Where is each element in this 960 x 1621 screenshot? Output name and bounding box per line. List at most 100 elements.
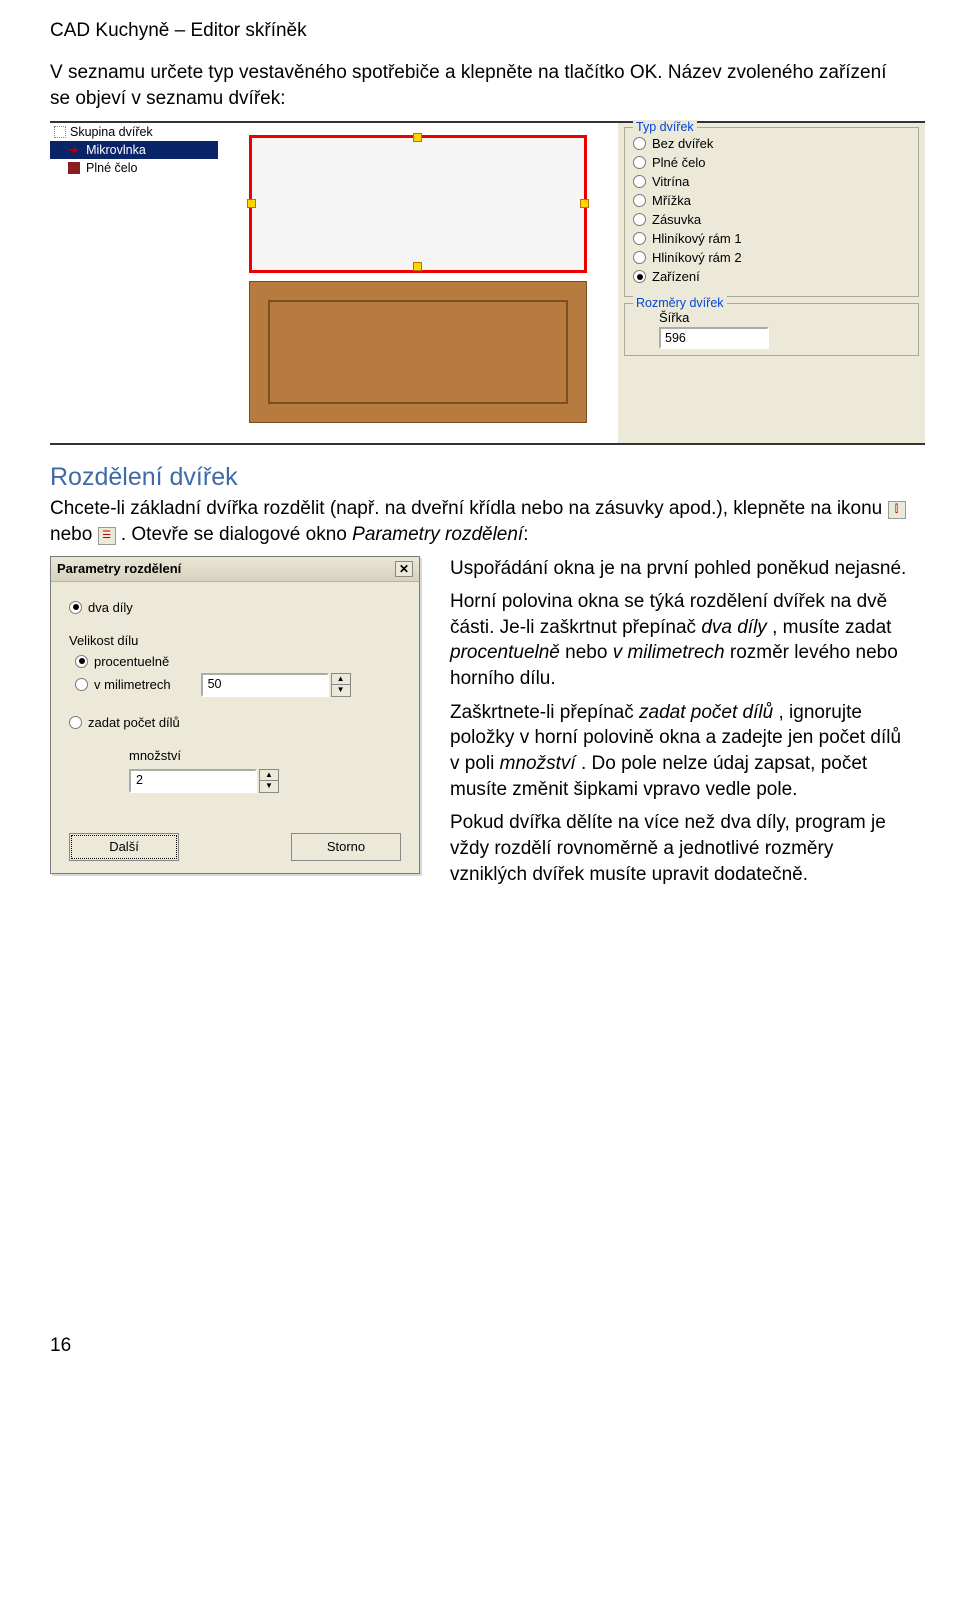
radio-icon — [633, 156, 646, 169]
text: Chcete-li základní dvířka rozdělit (např… — [50, 498, 888, 519]
radio-icon — [633, 137, 646, 150]
radio-label: Hliníkový rám 2 — [652, 250, 742, 265]
properties-pane: Typ dvířek Bez dvířek Plné čelo Vitrína … — [618, 123, 925, 443]
door-type-legend: Typ dvířek — [633, 120, 697, 134]
radio-icon — [633, 232, 646, 245]
radio-procentuelne[interactable]: procentuelně — [75, 654, 401, 669]
tree-item-mikrovlnka[interactable]: ➔ Mikrovlnka — [50, 141, 218, 159]
radio-label: Bez dvířek — [652, 136, 713, 151]
text-ital: zadat počet dílů — [639, 702, 773, 723]
resize-handle-right[interactable] — [580, 199, 589, 208]
text: , musíte zadat — [772, 617, 891, 638]
explanation-text: Uspořádání okna je na první pohled poněk… — [450, 556, 910, 896]
editor-screenshot: Skupina dvířek ➔ Mikrovlnka Plné čelo Ty… — [50, 121, 925, 445]
text: nebo — [565, 642, 613, 663]
radio-label: dva díly — [88, 600, 133, 615]
tree-item-label: Plné čelo — [86, 161, 137, 175]
dialog-title: Parametry rozdělení — [57, 561, 181, 576]
page-number: 16 — [50, 1335, 910, 1357]
radio-dva-dily[interactable]: dva díly — [69, 600, 401, 615]
radio-label: v milimetrech — [94, 677, 171, 692]
radio-zadat-pocet[interactable]: zadat počet dílů — [69, 715, 401, 730]
radio-icon — [75, 678, 88, 691]
para: Zaškrtnete-li přepínač zadat počet dílů … — [450, 700, 910, 803]
radio-label: Vitrína — [652, 174, 689, 189]
tree-item-plne-celo[interactable]: Plné čelo — [50, 159, 218, 177]
radio-label: procentuelně — [94, 654, 169, 669]
spinner-up-icon[interactable]: ▲ — [332, 674, 350, 685]
text-ital: v milimetrech — [613, 642, 725, 663]
close-icon[interactable]: ✕ — [395, 561, 413, 577]
text: Zaškrtnete-li přepínač — [450, 702, 639, 723]
radio-mrizka[interactable]: Mřížka — [633, 193, 910, 208]
radio-label: Mřížka — [652, 193, 691, 208]
dialog-name: Parametry rozdělení — [352, 524, 523, 545]
split-vertical-icon: ⫿ — [888, 501, 906, 519]
radio-icon — [75, 655, 88, 668]
intro-paragraph: V seznamu určete typ vestavěného spotřeb… — [50, 60, 910, 111]
para: Uspořádání okna je na první pohled poněk… — [450, 556, 910, 582]
door-preview — [218, 123, 618, 443]
text-ital: dva díly — [701, 617, 766, 638]
radio-milimetrech[interactable]: v milimetrech — [75, 677, 171, 692]
mnozstvi-input[interactable]: 2 — [129, 769, 257, 793]
radio-vitrina[interactable]: Vitrína — [633, 174, 910, 189]
door-preview-canvas — [243, 129, 593, 429]
velikost-input[interactable]: 50 — [201, 673, 329, 697]
square-icon — [68, 162, 80, 174]
radio-label: Plné čelo — [652, 155, 705, 170]
radio-icon — [633, 213, 646, 226]
radio-zasuvka[interactable]: Zásuvka — [633, 212, 910, 227]
tree-item-label: Mikrovlnka — [86, 143, 146, 157]
tree-root[interactable]: Skupina dvířek — [50, 123, 218, 141]
spinner-down-icon[interactable]: ▼ — [332, 685, 350, 696]
mnozstvi-spinner[interactable]: ▲ ▼ — [259, 769, 279, 793]
radio-icon — [633, 270, 646, 283]
radio-label: zadat počet dílů — [88, 715, 180, 730]
section-intro: Chcete-li základní dvířka rozdělit (např… — [50, 496, 910, 547]
cancel-button[interactable]: Storno — [291, 833, 401, 861]
radio-icon — [69, 601, 82, 614]
door-panel-inset — [268, 300, 568, 404]
radio-icon — [633, 175, 646, 188]
text: nebo — [50, 524, 98, 545]
radio-label: Zařízení — [652, 269, 700, 284]
text-ital: procentuelně — [450, 642, 560, 663]
tree-root-label: Skupina dvířek — [70, 125, 153, 139]
selection-frame[interactable] — [249, 135, 587, 273]
para: Horní polovina okna se týká rozdělení dv… — [450, 589, 910, 692]
next-button[interactable]: Další — [69, 833, 179, 861]
radio-hlinik-1[interactable]: Hliníkový rám 1 — [633, 231, 910, 246]
spinner-down-icon[interactable]: ▼ — [260, 781, 278, 792]
door-dim-group: Rozměry dvířek Šířka 596 — [624, 303, 919, 356]
spinner-up-icon[interactable]: ▲ — [260, 770, 278, 781]
radio-icon — [69, 716, 82, 729]
text-ital: množství — [500, 753, 576, 774]
dialog-body: dva díly Velikost dílu procentuelně v mi… — [51, 582, 419, 873]
text: . Otevře se dialogové okno — [121, 524, 352, 545]
radio-bez-dvirek[interactable]: Bez dvířek — [633, 136, 910, 151]
velikost-label: Velikost dílu — [69, 633, 401, 648]
radio-hlinik-2[interactable]: Hliníkový rám 2 — [633, 250, 910, 265]
door-dim-legend: Rozměry dvířek — [633, 296, 727, 310]
radio-label: Zásuvka — [652, 212, 701, 227]
radio-plne-celo[interactable]: Plné čelo — [633, 155, 910, 170]
para: Pokud dvířka dělíte na více než dva díly… — [450, 810, 910, 887]
velikost-spinner[interactable]: ▲ ▼ — [331, 673, 351, 697]
resize-handle-left[interactable] — [247, 199, 256, 208]
radio-icon — [633, 194, 646, 207]
width-label: Šířka — [659, 310, 910, 325]
text: : — [523, 524, 528, 545]
dialog-titlebar[interactable]: Parametry rozdělení ✕ — [51, 557, 419, 582]
resize-handle-top[interactable] — [413, 133, 422, 142]
resize-handle-bottom[interactable] — [413, 262, 422, 271]
width-input[interactable]: 596 — [659, 327, 769, 349]
door-panel — [249, 281, 587, 423]
mnozstvi-label: množství — [129, 748, 401, 763]
door-type-group: Typ dvířek Bez dvířek Plné čelo Vitrína … — [624, 127, 919, 297]
radio-label: Hliníkový rám 1 — [652, 231, 742, 246]
page-header: CAD Kuchyně – Editor skříněk — [50, 20, 910, 42]
radio-zarizeni[interactable]: Zařízení — [633, 269, 910, 284]
tree-root-icon — [54, 126, 66, 138]
split-dialog: Parametry rozdělení ✕ dva díly Velikost … — [50, 556, 420, 874]
